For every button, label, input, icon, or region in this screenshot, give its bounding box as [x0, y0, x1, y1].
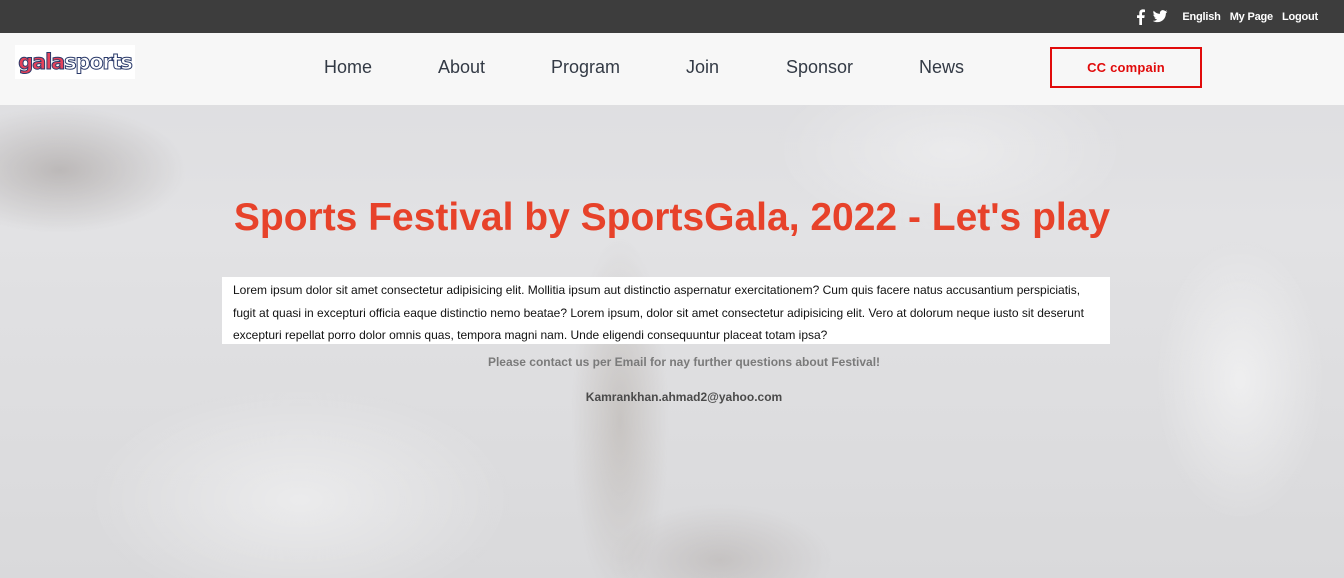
language-link[interactable]: English	[1182, 11, 1221, 23]
facebook-icon[interactable]	[1136, 8, 1146, 25]
logout-link[interactable]: Logout	[1282, 11, 1318, 23]
top-bar: English My Page Logout	[0, 0, 1344, 33]
social-links	[1136, 8, 1168, 25]
nav-about[interactable]: About	[438, 57, 485, 78]
nav-home[interactable]: Home	[324, 57, 372, 78]
nav-news[interactable]: News	[919, 57, 964, 78]
cc-compain-button[interactable]: CC compain	[1050, 47, 1202, 88]
main-navbar: gala sports Home About Program Join Spons…	[0, 33, 1344, 105]
nav-program[interactable]: Program	[551, 57, 620, 78]
page-title: Sports Festival by SportsGala, 2022 - Le…	[233, 196, 1111, 239]
twitter-icon[interactable]	[1153, 9, 1168, 24]
top-links: English My Page Logout	[1182, 11, 1318, 23]
nav-sponsor[interactable]: Sponsor	[786, 57, 853, 78]
my-page-link[interactable]: My Page	[1230, 11, 1273, 23]
nav-join[interactable]: Join	[686, 57, 719, 78]
contact-note: Please contact us per Email for nay furt…	[487, 355, 881, 369]
contact-email[interactable]: Kamrankhan.ahmad2@yahoo.com	[0, 390, 1344, 404]
intro-text: Lorem ipsum dolor sit amet consectetur a…	[222, 277, 1110, 344]
